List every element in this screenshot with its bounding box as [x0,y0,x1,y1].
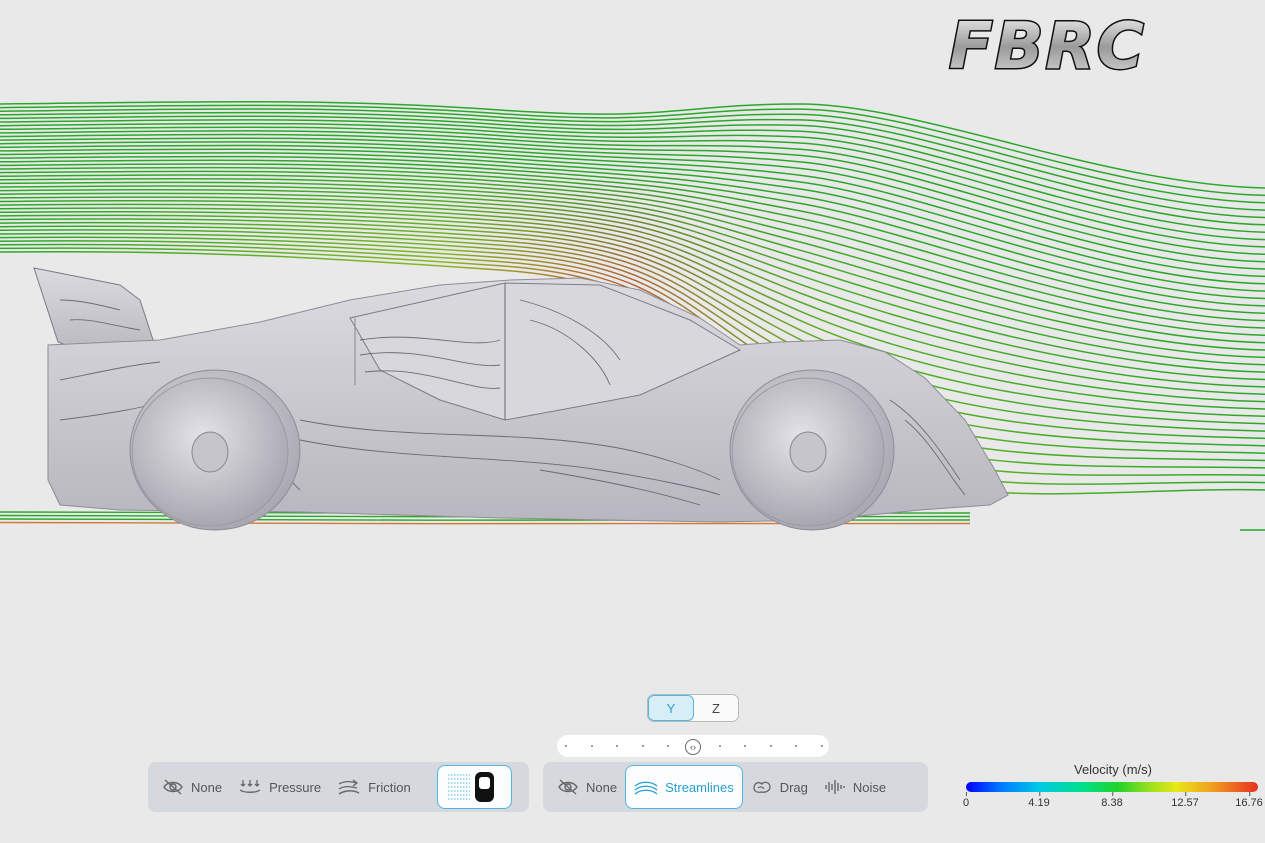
slider-tick [769,745,772,747]
legend-tick-4: 16.76 [1235,792,1263,809]
legend-tick-0: 0 [962,792,970,809]
pressure-icon [239,780,261,793]
slider-tick [744,745,747,747]
front-wheel [729,369,895,531]
slider-tick [795,745,798,747]
car-model [33,267,1009,531]
flow-streamlines-label: Streamlines [665,779,734,795]
flow-noise-button[interactable]: Noise [816,765,894,809]
slider-tick [616,745,619,747]
surface-pressure-button[interactable]: Pressure [230,765,329,809]
axis-toggle: Y Z [647,694,739,722]
streamline-surface-toggle[interactable] [436,765,512,809]
legend-tick-1: 4.19 [1028,792,1050,809]
surface-friction-button[interactable]: Friction [329,765,419,809]
eye-off-icon [163,779,183,795]
slider-handle[interactable]: ‹› [685,739,701,755]
slider-tick [667,745,670,747]
slider-tick [641,745,644,747]
slider-tick [718,745,721,747]
fbrc-logo: FBRC [948,10,1146,76]
legend-title: Velocity (m/s) [1073,762,1152,777]
slider-tick [590,745,593,747]
aero-viewport[interactable] [0,0,1265,843]
surface-friction-label: Friction [368,779,411,795]
rear-wheel [129,369,301,531]
surface-mode-group: None Pressure Friction [148,762,529,812]
surface-pressure-label: Pressure [269,779,322,795]
flow-drag-label: Drag [779,779,808,795]
friction-icon [338,779,360,795]
drag-icon [753,781,771,793]
legend-tick-2: 8.38 [1101,792,1123,809]
legend-color-bar [966,782,1258,792]
eye-off-icon [558,779,578,795]
slider-tick [821,745,823,747]
flow-mode-group: None Streamlines Drag Noise [543,762,928,812]
flow-none-button[interactable]: None [549,765,625,809]
svg-text:FBRC: FBRC [949,10,1146,76]
noise-icon [825,780,845,794]
surface-none-label: None [191,779,223,795]
flow-drag-button[interactable]: Drag [743,765,816,809]
slider-tick [565,745,567,747]
streamline-surface-toggle-icon [447,772,494,802]
streamlines-icon [634,781,658,795]
legend-tick-3: 12.57 [1171,792,1199,809]
surface-none-button[interactable]: None [154,765,230,809]
flow-none-label: None [586,779,618,795]
slice-slider[interactable]: ‹› [557,735,829,757]
axis-z-button[interactable]: Z [694,695,738,721]
flow-streamlines-button[interactable]: Streamlines [625,765,743,809]
axis-y-button[interactable]: Y [648,695,694,721]
flow-noise-label: Noise [852,779,887,795]
velocity-legend: Velocity (m/s) 0 4.19 8.38 12.57 16.76 [960,762,1263,812]
